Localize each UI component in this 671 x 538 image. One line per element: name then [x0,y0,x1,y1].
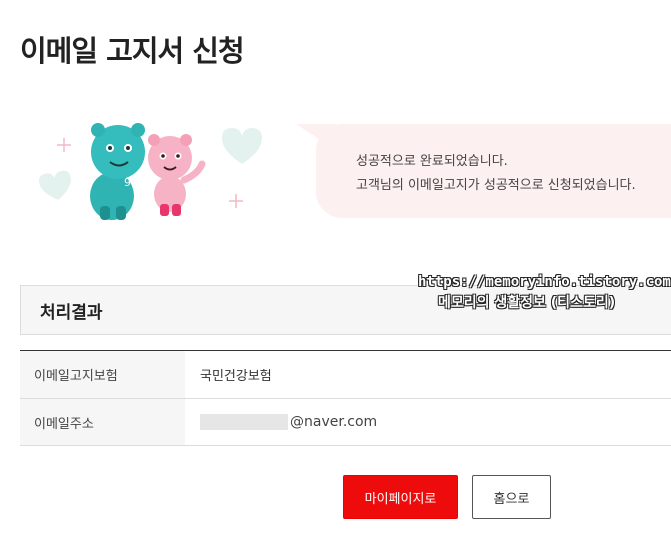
table-row-label: 이메일고지보험 [20,351,185,398]
heart-right-icon [222,128,262,164]
watermark-blog-name: 메모리의 생활정보 (티스토리) [438,295,616,311]
result-table: 이메일고지보험 국민건강보험 이메일주소 @naver.com [20,350,671,446]
table-row-value: 국민건강보험 [200,369,272,384]
pink-mascot-icon [148,134,206,216]
mascot-illustration: 9 [30,118,280,228]
mascot-characters-icon: 9 [38,123,262,220]
sparkle-icon [57,138,243,208]
email-value: @naver.com [200,399,377,445]
page-title: 이메일 고지서 신청 [20,34,245,68]
speech-bubble [316,124,671,218]
success-detail-message: 고객님의 이메일고지가 성공적으로 신청되었습니다. [356,178,636,193]
success-message: 성공적으로 완료되었습니다. [356,154,508,169]
heart-left-icon [38,170,71,200]
table-row-label: 이메일주소 [20,399,185,445]
table-row: 이메일고지보험 국민건강보험 [20,350,671,399]
email-domain: @naver.com [290,414,378,430]
table-row: 이메일주소 @naver.com [20,399,671,446]
svg-text:9: 9 [124,176,131,189]
mypage-button[interactable]: 마이페이지로 [343,475,458,519]
blue-mascot-icon: 9 [90,123,145,220]
home-button[interactable]: 홈으로 [472,475,551,519]
result-section-title: 처리결과 [40,303,103,323]
watermark-url: https://memoryinfo.tistory.com [418,274,671,290]
masked-email-local-part [200,414,288,430]
